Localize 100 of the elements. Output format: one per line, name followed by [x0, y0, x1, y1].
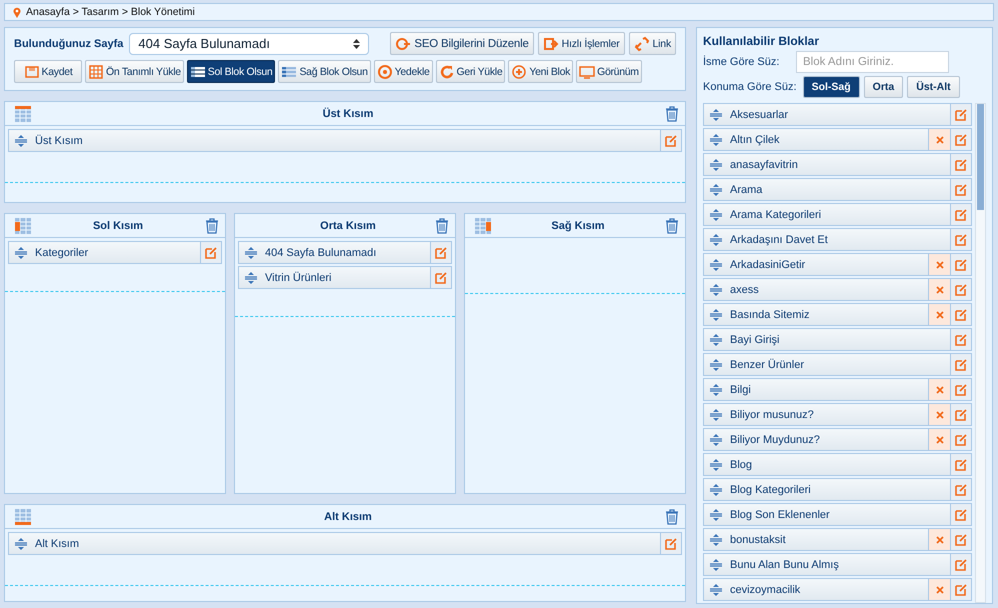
edit-button[interactable] [950, 479, 971, 500]
remove-button[interactable] [928, 579, 950, 600]
remove-button[interactable] [928, 129, 950, 150]
block-row[interactable]: Arama Kategorileri [703, 203, 972, 226]
toolbar-button[interactable]: Hızlı İşlemler [538, 32, 625, 55]
block-row[interactable]: Biliyor Muydunuz? [703, 428, 972, 451]
edit-button[interactable] [950, 404, 971, 425]
drag-handle-icon[interactable] [710, 134, 722, 146]
remove-button[interactable] [928, 254, 950, 275]
drag-handle-icon[interactable] [15, 134, 27, 146]
drag-handle-icon[interactable] [710, 334, 722, 346]
block-row[interactable]: Kategoriler [8, 241, 222, 264]
edit-button[interactable] [950, 154, 971, 175]
edit-button[interactable] [430, 242, 451, 263]
block-row[interactable]: Blog [703, 453, 972, 476]
toolbar-button[interactable]: Yedekle [374, 60, 433, 83]
edit-button[interactable] [950, 429, 971, 450]
edit-button[interactable] [950, 304, 971, 325]
drag-handle-icon[interactable] [710, 584, 722, 596]
scrollbar[interactable] [975, 103, 986, 603]
block-row[interactable]: Bunu Alan Bunu Almış [703, 553, 972, 576]
edit-button[interactable] [950, 229, 971, 250]
toolbar-button[interactable]: Sol Blok Olsun [186, 60, 276, 83]
drag-handle-icon[interactable] [245, 272, 257, 284]
edit-button[interactable] [950, 529, 971, 550]
toolbar-button[interactable]: Ön Tanımlı Yükle [85, 60, 184, 83]
block-row[interactable]: axess [703, 278, 972, 301]
remove-button[interactable] [928, 429, 950, 450]
drag-handle-icon[interactable] [710, 358, 722, 370]
toolbar-button[interactable]: Yeni Blok [508, 60, 574, 83]
edit-button[interactable] [950, 504, 971, 525]
edit-button[interactable] [950, 379, 971, 400]
drag-handle-icon[interactable] [710, 484, 722, 496]
drag-handle-icon[interactable] [710, 434, 722, 446]
drag-handle-icon[interactable] [15, 538, 27, 550]
toolbar-button[interactable]: SEO Bilgilerini Düzenle [390, 32, 534, 55]
remove-button[interactable] [928, 279, 950, 300]
block-row[interactable]: Üst Kısım [8, 129, 682, 152]
trash-icon[interactable] [435, 218, 449, 234]
toolbar-button[interactable]: Geri Yükle [436, 60, 506, 83]
drag-handle-icon[interactable] [710, 558, 722, 570]
drag-handle-icon[interactable] [710, 384, 722, 396]
drag-handle-icon[interactable] [710, 458, 722, 470]
toolbar-button[interactable]: Görünüm [576, 60, 642, 83]
block-row[interactable]: Altın Çilek [703, 128, 972, 151]
edit-button[interactable] [950, 129, 971, 150]
edit-button[interactable] [950, 204, 971, 225]
search-field[interactable]: Blok Adını Giriniz. [796, 51, 949, 73]
remove-button[interactable] [928, 404, 950, 425]
toolbar-button[interactable]: Kaydet [14, 60, 82, 83]
edit-button[interactable] [950, 179, 971, 200]
block-row[interactable]: Benzer Ürünler [703, 353, 972, 376]
drag-handle-icon[interactable] [710, 184, 722, 196]
block-row[interactable]: Aksesuarlar [703, 103, 972, 126]
block-row[interactable]: bonustaksit [703, 528, 972, 551]
drag-handle-icon[interactable] [710, 284, 722, 296]
drag-handle-icon[interactable] [710, 308, 722, 320]
filter-button[interactable]: Sol-Sağ [802, 76, 860, 98]
edit-button[interactable] [200, 242, 221, 263]
drag-handle-icon[interactable] [15, 246, 27, 258]
edit-button[interactable] [950, 554, 971, 575]
block-row[interactable]: cevizoymacilik [703, 578, 972, 601]
filter-button[interactable]: Orta [864, 76, 904, 98]
block-row[interactable]: Arkadaşını Davet Et [703, 228, 972, 251]
drag-handle-icon[interactable] [245, 246, 257, 258]
drag-handle-icon[interactable] [710, 534, 722, 546]
block-row[interactable]: ArkadasiniGetir [703, 253, 972, 276]
block-row[interactable]: anasayfavitrin [703, 153, 972, 176]
filter-button[interactable]: Üst-Alt [907, 76, 960, 98]
remove-button[interactable] [928, 529, 950, 550]
edit-button[interactable] [950, 254, 971, 275]
edit-button[interactable] [950, 354, 971, 375]
edit-button[interactable] [950, 579, 971, 600]
drag-handle-icon[interactable] [710, 108, 722, 120]
page-select[interactable]: 404 Sayfa Bulunamadı [129, 32, 370, 54]
remove-button[interactable] [928, 304, 950, 325]
block-row[interactable]: Blog Kategorileri [703, 478, 972, 501]
edit-button[interactable] [660, 130, 681, 151]
block-row[interactable]: Arama [703, 178, 972, 201]
edit-button[interactable] [950, 279, 971, 300]
block-row[interactable]: Blog Son Eklenenler [703, 503, 972, 526]
block-row[interactable]: Vitrin Ürünleri [238, 266, 452, 289]
block-row[interactable]: Alt Kısım [8, 532, 682, 555]
edit-button[interactable] [430, 267, 451, 288]
drag-handle-icon[interactable] [710, 408, 722, 420]
drag-handle-icon[interactable] [710, 158, 722, 170]
trash-icon[interactable] [205, 218, 219, 234]
toolbar-button[interactable]: Link [628, 32, 676, 55]
edit-button[interactable] [660, 533, 681, 554]
block-row[interactable]: Bilgi [703, 378, 972, 401]
block-row[interactable]: Biliyor musunuz? [703, 403, 972, 426]
drag-handle-icon[interactable] [710, 208, 722, 220]
trash-icon[interactable] [665, 106, 679, 122]
remove-button[interactable] [928, 379, 950, 400]
block-row[interactable]: Bayi Girişi [703, 328, 972, 351]
drag-handle-icon[interactable] [710, 234, 722, 246]
edit-button[interactable] [950, 104, 971, 125]
block-row[interactable]: Basında Sitemiz [703, 303, 972, 326]
edit-button[interactable] [950, 454, 971, 475]
trash-icon[interactable] [665, 218, 679, 234]
